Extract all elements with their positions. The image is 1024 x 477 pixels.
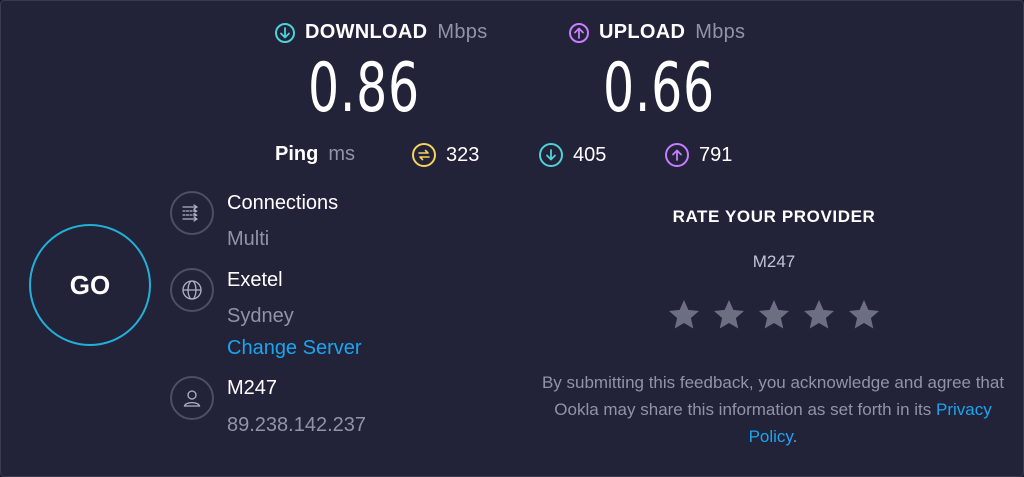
- download-value: 0.86: [308, 49, 420, 128]
- upload-unit: Mbps: [695, 21, 746, 43]
- speedtest-panel: DOWNLOAD Mbps 0.86 UPLOAD Mbps 0.66 Ping…: [0, 0, 1024, 477]
- upload-header: UPLOAD Mbps: [569, 21, 745, 44]
- connections-icon[interactable]: [170, 191, 214, 235]
- upload-arrow-icon: [569, 22, 589, 43]
- feedback-disclaimer: By submitting this feedback, you acknowl…: [537, 369, 1009, 450]
- star-icon-5[interactable]: [846, 297, 882, 333]
- download-label: DOWNLOAD: [305, 21, 428, 43]
- server-location: Sydney: [227, 305, 294, 327]
- disclaimer-period: .: [792, 427, 798, 446]
- star-icon-2[interactable]: [711, 297, 747, 333]
- connections-title: Connections: [227, 192, 339, 214]
- rate-provider-isp: M247: [752, 252, 796, 271]
- download-latency-icon: [539, 143, 563, 167]
- download-arrow-icon: [275, 22, 295, 43]
- upload-value: 0.66: [603, 49, 715, 128]
- star-icon-4[interactable]: [801, 297, 837, 333]
- star-rating[interactable]: [666, 297, 882, 333]
- ping-idle-value: 323: [446, 143, 480, 166]
- ping-upload: 791: [665, 143, 732, 167]
- disclaimer-text: By submitting this feedback, you acknowl…: [541, 373, 1005, 419]
- idle-latency-icon: [412, 143, 436, 167]
- rate-provider-heading: RATE YOUR PROVIDER: [672, 207, 876, 226]
- download-header: DOWNLOAD Mbps: [275, 21, 488, 44]
- ping-upload-value: 791: [699, 143, 733, 166]
- provider-ip: 89.238.142.237: [227, 414, 367, 436]
- user-icon: [170, 376, 214, 420]
- provider-name: M247: [227, 377, 278, 399]
- connections-mode: Multi: [227, 228, 270, 250]
- download-unit: Mbps: [437, 21, 488, 43]
- ping-idle: 323: [412, 143, 479, 167]
- star-icon-1[interactable]: [666, 297, 702, 333]
- ping-unit: ms: [328, 143, 356, 165]
- ping-label: Ping: [275, 143, 319, 165]
- ping-download-value: 405: [573, 143, 607, 166]
- ping-label-group: Ping ms: [275, 143, 355, 166]
- upload-label: UPLOAD: [599, 21, 686, 43]
- go-button[interactable]: GO: [29, 224, 151, 346]
- star-icon-3[interactable]: [756, 297, 792, 333]
- server-name: Exetel: [227, 269, 283, 291]
- ping-download: 405: [539, 143, 606, 167]
- globe-icon: [170, 268, 214, 312]
- change-server-link[interactable]: Change Server: [227, 337, 362, 360]
- upload-latency-icon: [665, 143, 689, 167]
